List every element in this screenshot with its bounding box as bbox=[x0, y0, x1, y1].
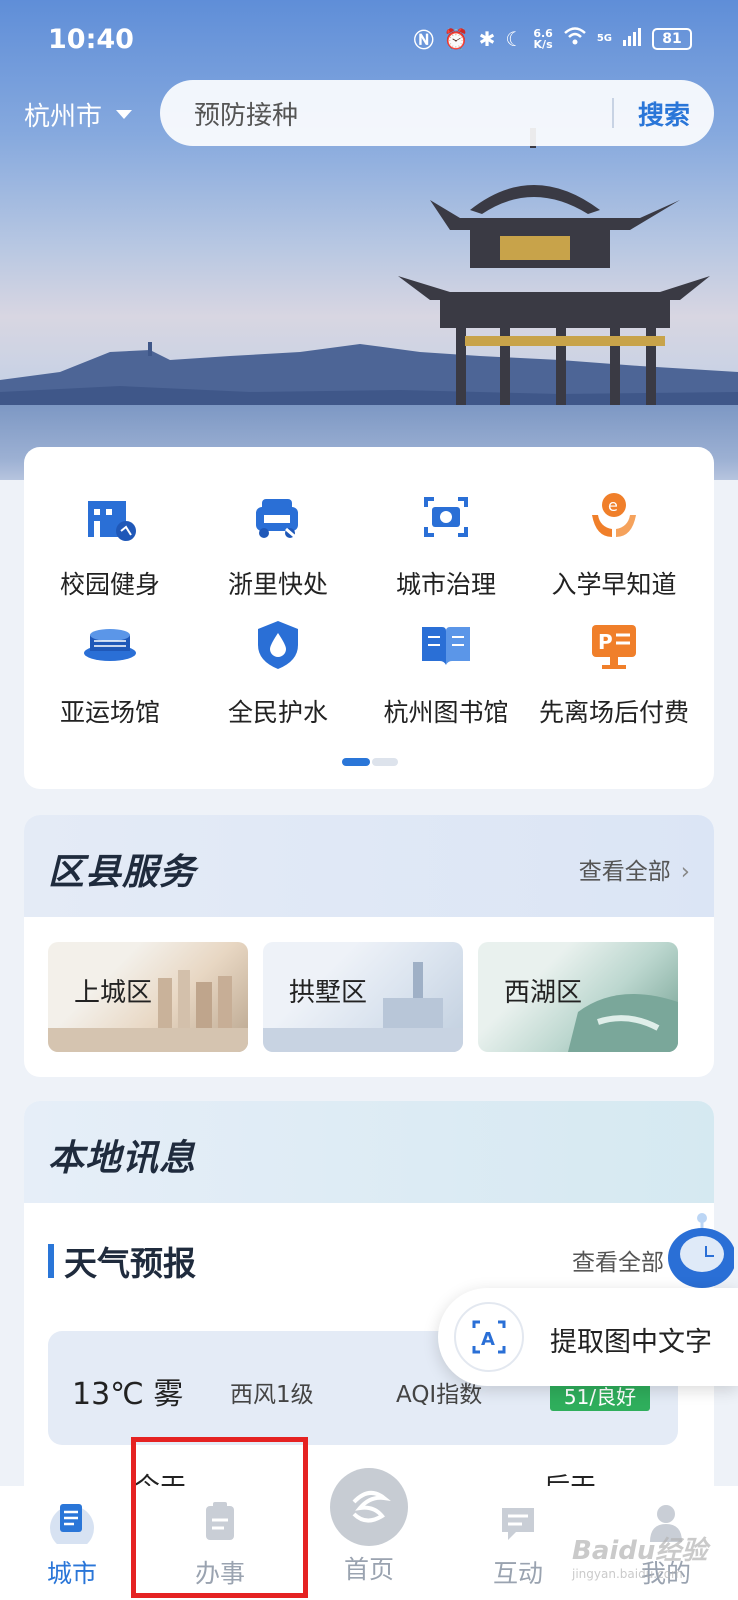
signal-label: 5G bbox=[596, 33, 612, 44]
watermark: Baidu经验 jingyan.baidu.com bbox=[572, 1536, 708, 1581]
city-label: 杭州市 bbox=[24, 102, 103, 132]
highlight-box bbox=[131, 1437, 308, 1598]
enrollment-icon: e bbox=[592, 493, 636, 537]
weather-view-all[interactable]: 查看全部 bbox=[572, 1243, 664, 1277]
net-speed: 6.6 K/s bbox=[533, 26, 553, 51]
water-shield-icon bbox=[258, 621, 298, 669]
nav-label: 城市 bbox=[46, 1559, 97, 1588]
district-name: 上城区 bbox=[74, 978, 153, 1008]
district-name: 拱墅区 bbox=[289, 978, 368, 1008]
alarm-icon: ⏰ bbox=[443, 26, 469, 51]
app-label: 浙里快处 bbox=[227, 570, 328, 599]
search-divider bbox=[611, 98, 614, 128]
chat-icon bbox=[502, 1508, 534, 1540]
weather-temp: 13℃ 雾 bbox=[72, 1377, 184, 1412]
assistant-robot-icon[interactable] bbox=[662, 1210, 734, 1290]
accent-bar bbox=[48, 1244, 54, 1278]
app-label: 全民护水 bbox=[227, 698, 328, 727]
weather-heading: 天气预报 bbox=[48, 1237, 196, 1285]
page-dot bbox=[372, 758, 398, 766]
hero-banner bbox=[0, 0, 738, 480]
nav-city[interactable]: 城市 bbox=[12, 1486, 132, 1600]
svg-text:A: A bbox=[481, 1329, 495, 1350]
battery-icon: 81 bbox=[652, 27, 692, 50]
status-icons: Ⓝ ⏰ ✱ ☾ 6.6 K/s 5G 81 bbox=[414, 24, 692, 53]
car-accident-icon bbox=[256, 499, 301, 543]
weather-wind: 西风1级 bbox=[230, 1382, 314, 1408]
district-services-card: 区县服务 查看全部 › 上城区 拱墅区 西湖区 bbox=[24, 815, 714, 1077]
district-header: 区县服务 查看全部 › bbox=[24, 815, 714, 917]
chevron-right-icon: › bbox=[680, 859, 690, 885]
district-tile-shangcheng[interactable]: 上城区 bbox=[48, 942, 248, 1052]
app-label: 城市治理 bbox=[395, 570, 496, 599]
moon-icon: ☾ bbox=[505, 26, 524, 51]
app-library[interactable]: 杭州图书馆 bbox=[360, 613, 532, 729]
search-input[interactable]: 预防接种 bbox=[194, 95, 612, 132]
app-stadium[interactable]: 亚运场馆 bbox=[24, 613, 196, 729]
app-campus-fitness[interactable]: 校园健身 bbox=[24, 485, 196, 601]
search-button[interactable]: 搜索 bbox=[638, 95, 690, 132]
news-header: 本地讯息 bbox=[24, 1101, 714, 1203]
app-label: 亚运场馆 bbox=[59, 698, 160, 727]
svg-text:P: P bbox=[598, 630, 613, 654]
app-label: 先离场后付费 bbox=[538, 698, 689, 727]
search-bar[interactable]: 预防接种 搜索 bbox=[160, 80, 714, 146]
app-car-accident[interactable]: 浙里快处 bbox=[192, 485, 364, 601]
district-name: 西湖区 bbox=[504, 978, 583, 1008]
signal-icon bbox=[622, 26, 642, 51]
status-time: 10:40 bbox=[48, 24, 134, 55]
app-grid: 校园健身 浙里快处 城市治理 e 入学早知道 亚运场馆 全民护水 杭州图书馆 P… bbox=[24, 447, 714, 789]
library-book-icon bbox=[422, 627, 470, 665]
nfc-icon: Ⓝ bbox=[413, 28, 434, 52]
weather-title: 天气预报 bbox=[64, 1244, 196, 1283]
news-title: 本地讯息 bbox=[48, 1138, 197, 1179]
district-tile-xihu[interactable]: 西湖区 bbox=[478, 942, 678, 1052]
app-city-governance[interactable]: 城市治理 bbox=[360, 485, 532, 601]
stadium-icon bbox=[84, 629, 136, 661]
app-label: 校园健身 bbox=[59, 570, 160, 599]
app-parking-pay[interactable]: P 先离场后付费 bbox=[528, 613, 700, 729]
app-enrollment[interactable]: e 入学早知道 bbox=[528, 485, 700, 601]
district-tile-gongshu[interactable]: 拱墅区 bbox=[263, 942, 463, 1052]
page-indicator bbox=[342, 758, 398, 766]
svg-text:e: e bbox=[608, 496, 618, 515]
wifi-icon bbox=[563, 26, 587, 51]
city-doc-icon bbox=[50, 1504, 94, 1550]
parking-pay-icon: P bbox=[592, 625, 636, 669]
caret-down-icon bbox=[116, 110, 133, 119]
nav-label: 首页 bbox=[343, 1555, 394, 1584]
extract-text-button[interactable]: A 提取图中文字 bbox=[438, 1288, 738, 1386]
bluetooth-icon: ✱ bbox=[478, 26, 496, 51]
city-camera-icon bbox=[424, 497, 468, 537]
nav-label: 互动 bbox=[492, 1559, 543, 1588]
app-label: 入学早知道 bbox=[551, 570, 677, 599]
campus-fitness-icon bbox=[88, 501, 136, 541]
nav-home[interactable]: 首页 bbox=[309, 1486, 429, 1600]
aqi-badge: 51/良好 bbox=[550, 1383, 650, 1411]
district-view-all[interactable]: 查看全部 › bbox=[579, 852, 690, 886]
page-dot-active bbox=[342, 758, 370, 766]
text-scan-icon: A bbox=[454, 1302, 524, 1372]
district-title: 区县服务 bbox=[48, 852, 197, 893]
city-selector[interactable]: 杭州市 bbox=[24, 96, 133, 133]
extract-text-label: 提取图中文字 bbox=[550, 1327, 712, 1358]
app-label: 杭州图书馆 bbox=[383, 698, 509, 727]
nav-interact[interactable]: 互动 bbox=[458, 1486, 578, 1600]
app-water-protection[interactable]: 全民护水 bbox=[192, 613, 364, 729]
